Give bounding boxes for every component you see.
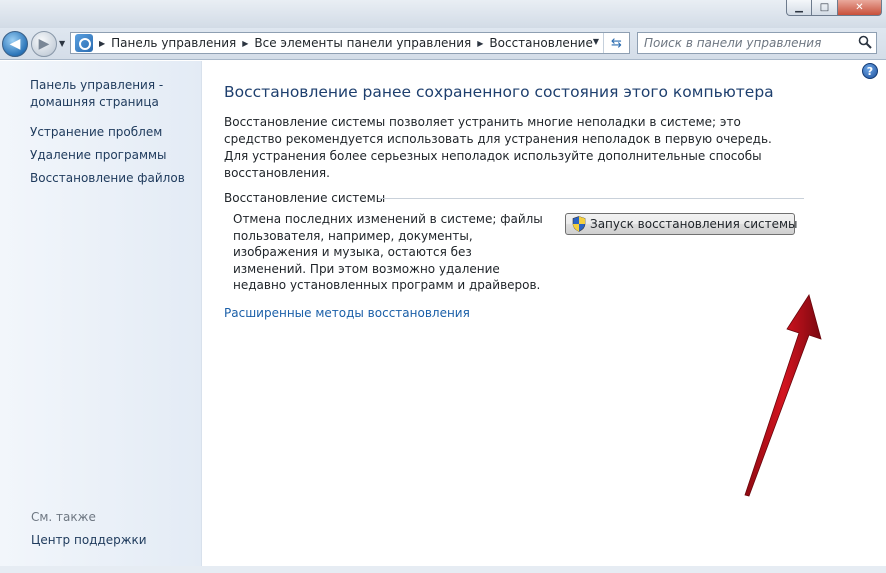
window-bottom-edge <box>0 566 886 573</box>
address-bar[interactable]: ▶ Панель управления ▶ Все элементы панел… <box>70 32 630 54</box>
uac-shield-icon <box>572 216 586 232</box>
minimize-button[interactable]: ▁ <box>786 0 812 16</box>
open-system-restore-button[interactable]: Запуск восстановления системы <box>565 213 798 235</box>
system-restore-description: Отмена последних изменений в системе; фа… <box>233 212 543 292</box>
sidebar-item-action-center[interactable]: Центр поддержки <box>31 533 147 547</box>
sidebar-item-troubleshooting[interactable]: Устранение проблем <box>30 124 190 141</box>
close-button[interactable]: ✕ <box>838 0 882 16</box>
maximize-button[interactable]: □ <box>812 0 838 16</box>
search-icon[interactable] <box>858 35 872 49</box>
navigation-bar: ◀ ▶ ▼ ▶ Панель управления ▶ Все элементы… <box>0 28 886 60</box>
breadcrumb-all-items[interactable]: Все элементы панели управления <box>254 36 471 50</box>
search-input[interactable]: Поиск в панели управления <box>637 32 877 54</box>
advanced-recovery-methods-link[interactable]: Расширенные методы восстановления <box>224 306 470 320</box>
sidebar-item-restore-files[interactable]: Восстановление файлов <box>30 170 190 187</box>
intro-text: Восстановление системы позволяет устрани… <box>224 115 772 180</box>
open-system-restore-label: Запуск восстановления системы <box>590 217 798 231</box>
red-arrow-annotation <box>744 294 822 497</box>
refresh-icon[interactable]: ⇆ <box>603 33 629 53</box>
breadcrumb-separator[interactable]: ▶ <box>477 39 483 48</box>
see-also-label: См. также <box>31 510 96 524</box>
address-dropdown-button[interactable]: ▼ <box>593 37 599 46</box>
search-placeholder: Поиск в панели управления <box>644 36 822 50</box>
window-titlebar[interactable]: ▁ □ ✕ <box>0 0 886 28</box>
system-restore-heading: Восстановление системы <box>224 191 386 205</box>
breadcrumb-recovery[interactable]: Восстановление <box>489 36 592 50</box>
back-button[interactable]: ◀ <box>2 31 28 57</box>
sidebar-item-control-panel-home[interactable]: Панель управления - домашняя страница <box>30 77 190 111</box>
sidebar-item-uninstall-program[interactable]: Удаление программы <box>30 147 190 164</box>
section-divider <box>378 198 804 199</box>
help-icon[interactable]: ? <box>862 63 878 79</box>
breadcrumb-separator[interactable]: ▶ <box>99 39 105 48</box>
breadcrumb-control-panel[interactable]: Панель управления <box>111 36 236 50</box>
window-controls: ▁ □ ✕ <box>786 0 882 16</box>
page-title: Восстановление ранее сохраненного состоя… <box>224 83 774 101</box>
breadcrumb-separator[interactable]: ▶ <box>242 39 248 48</box>
recent-pages-dropdown[interactable]: ▼ <box>59 39 65 48</box>
main-content: ? Восстановление ранее сохраненного сост… <box>203 61 886 573</box>
blurred-title-strip <box>150 0 490 10</box>
sidebar: Панель управления - домашняя страница Ус… <box>0 61 202 573</box>
control-panel-icon <box>75 34 93 52</box>
forward-button[interactable]: ▶ <box>31 31 57 57</box>
